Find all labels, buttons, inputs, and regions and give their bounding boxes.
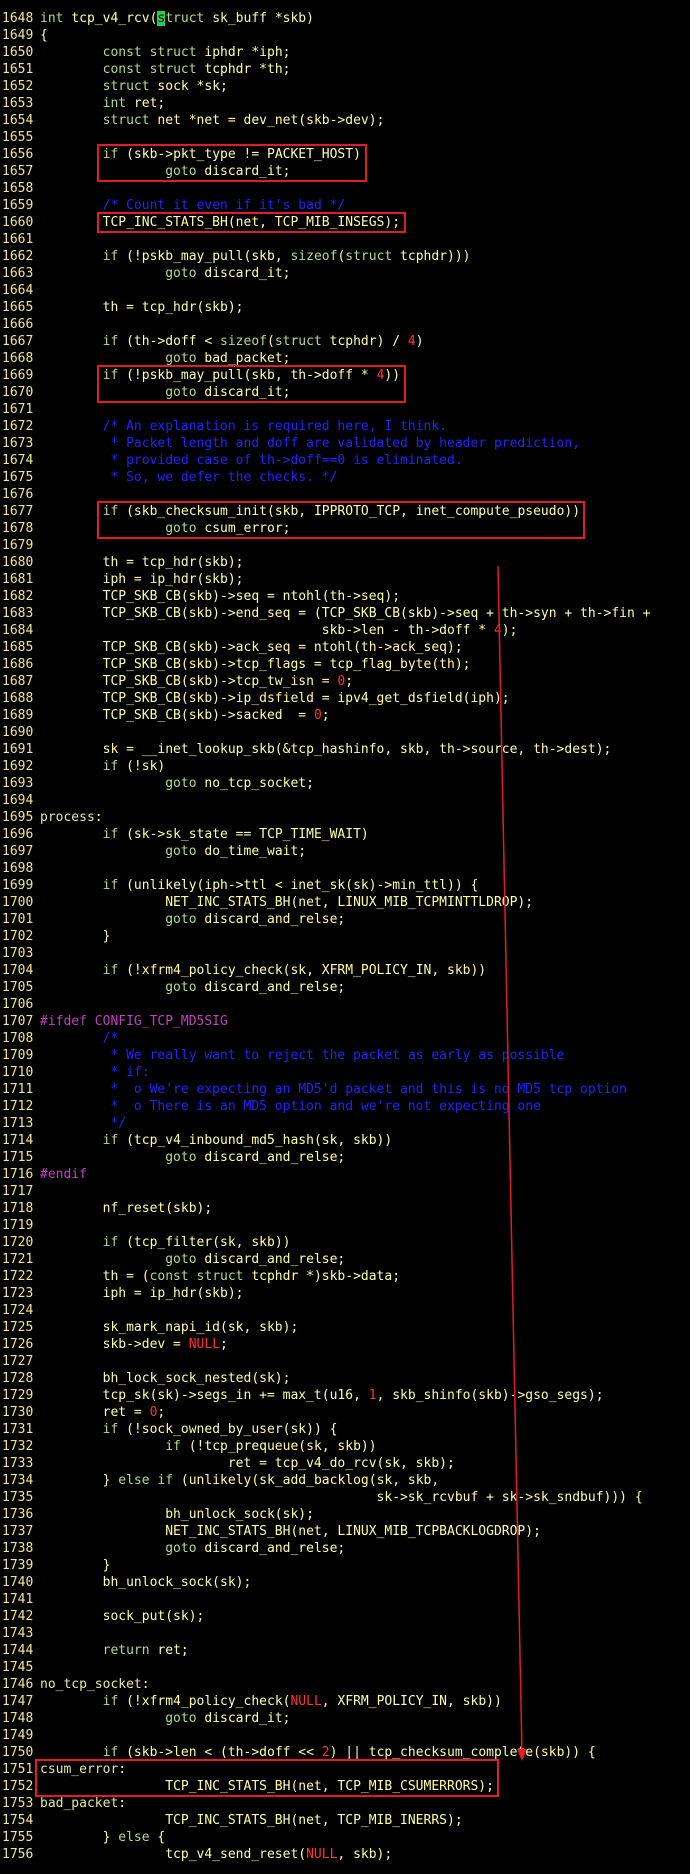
annotation-arrow-line (497, 565, 523, 1755)
annotation-arrow-head (517, 1749, 527, 1761)
annotation-overlay (497, 565, 527, 1761)
